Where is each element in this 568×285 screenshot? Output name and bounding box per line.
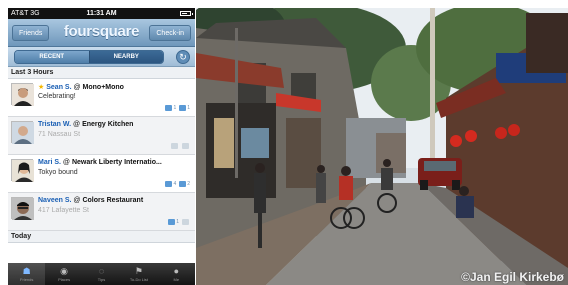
checkin-venue[interactable]: Mono+Mono — [83, 84, 124, 91]
photo-credit: ©Jan Egil Kirkebø — [461, 270, 564, 284]
tab-bar: ☗ Friends ◉ Places ◌ Tips ⚑ To-Do List ●… — [8, 263, 195, 285]
checkin-title: ★ Sean S. @ Mono+Mono — [38, 84, 124, 91]
photo-icon — [165, 105, 173, 111]
photo-icon — [171, 143, 178, 149]
comment-count-badge — [182, 219, 190, 225]
avatar — [11, 121, 34, 144]
segmented-control: RECENT NEARBY — [14, 50, 164, 64]
tab-tips[interactable]: ◌ Tips — [83, 263, 120, 285]
tab-friends[interactable]: ☗ Friends — [8, 263, 46, 285]
refresh-icon[interactable]: ↻ — [176, 50, 190, 64]
tab-label: Tips — [97, 277, 106, 282]
section-header-last-3-hours: Last 3 Hours — [8, 67, 195, 79]
phone-screen: AT&T 3G 11:31 AM Friends foursquare Chec… — [8, 8, 195, 285]
list-item[interactable]: Tristan W. @ Energy Kitchen 71 Nassau St — [8, 117, 195, 155]
checkin-badges: 1 1 — [165, 105, 190, 111]
checkin-title: Naveen S. @ Colors Restaurant — [38, 197, 144, 204]
checkin-user[interactable]: Tristan W. — [38, 121, 71, 128]
checkin-user[interactable]: Mari S. — [38, 159, 61, 166]
checkin-badges — [171, 143, 190, 149]
tab-me[interactable]: ● Me — [158, 263, 195, 285]
lightbulb-icon: ◌ — [98, 266, 105, 276]
segment-bar: RECENT NEARBY ↻ — [8, 47, 195, 67]
list-item[interactable]: Mari S. @ Newark Liberty Internatio... T… — [8, 155, 195, 193]
checkin-badges: 4 2 — [165, 181, 190, 187]
clock: 11:31 AM — [86, 10, 117, 17]
street-photo: ©Jan Egil Kirkebø — [196, 8, 568, 285]
checkin-user[interactable]: Sean S. — [46, 84, 71, 91]
comment-icon — [179, 105, 187, 111]
comment-icon — [179, 181, 187, 187]
comment-count-badge: 1 — [179, 105, 190, 111]
comment-icon — [182, 219, 189, 225]
street-photo-illustration — [196, 8, 568, 285]
comment-count-badge: 2 — [179, 181, 190, 187]
mayor-star-icon: ★ — [38, 84, 45, 91]
checkin-user[interactable]: Naveen S. — [38, 197, 71, 204]
tab-label: Me — [173, 277, 180, 282]
checkin-venue[interactable]: Colors Restaurant — [82, 197, 143, 204]
person-icon: ● — [173, 266, 180, 276]
tab-places[interactable]: ◉ Places — [45, 263, 82, 285]
flag-icon: ⚑ — [134, 266, 143, 276]
checkin-detail: Celebrating! — [38, 93, 76, 100]
photo-count-badge — [171, 143, 179, 149]
segment-nearby[interactable]: NEARBY — [88, 51, 163, 63]
photo-count-badge: 1 — [168, 219, 179, 225]
tab-label: To-Do List — [129, 277, 148, 282]
people-icon: ☗ — [22, 266, 31, 276]
pin-icon: ◉ — [60, 266, 69, 276]
checkin-badges: 1 — [168, 219, 190, 225]
photo-count-badge: 4 — [165, 181, 176, 187]
checkin-venue[interactable]: Energy Kitchen — [82, 121, 133, 128]
list-item[interactable]: ★ Sean S. @ Mono+Mono Celebrating! 1 1 — [8, 79, 195, 117]
tab-label: Friends — [20, 277, 34, 282]
checkin-venue[interactable]: Newark Liberty Internatio... — [72, 159, 162, 166]
nav-bar: Friends foursquare Check-in — [8, 19, 195, 47]
section-header-today: Today — [8, 231, 195, 243]
photo-count-badge: 1 — [165, 105, 176, 111]
checkin-address: 71 Nassau St — [38, 131, 81, 138]
checkin-title: Tristan W. @ Energy Kitchen — [38, 121, 134, 128]
tab-to-do-list[interactable]: ⚑ To-Do List — [120, 263, 157, 285]
checkin-list[interactable]: Last 3 Hours ★ Sean S. @ Mono+Mono Celeb… — [8, 67, 195, 263]
comment-icon — [182, 143, 189, 149]
check-in-button[interactable]: Check-in — [149, 25, 191, 41]
avatar — [11, 197, 34, 220]
tab-label: Places — [58, 277, 71, 282]
checkin-address: 417 Lafayette St — [38, 207, 89, 214]
photo-icon — [165, 181, 173, 187]
avatar — [11, 159, 34, 182]
battery-icon — [180, 11, 193, 16]
checkin-detail: Tokyo bound — [38, 169, 78, 176]
avatar — [11, 83, 34, 106]
comment-count-badge — [182, 143, 190, 149]
checkin-title: Mari S. @ Newark Liberty Internatio... — [38, 159, 162, 166]
status-bar: AT&T 3G 11:31 AM — [8, 8, 195, 19]
photo-icon — [168, 219, 176, 225]
screenshot-composite: AT&T 3G 11:31 AM Friends foursquare Chec… — [0, 0, 568, 285]
segment-recent[interactable]: RECENT — [15, 51, 89, 63]
list-item[interactable]: Naveen S. @ Colors Restaurant 417 Lafaye… — [8, 193, 195, 231]
